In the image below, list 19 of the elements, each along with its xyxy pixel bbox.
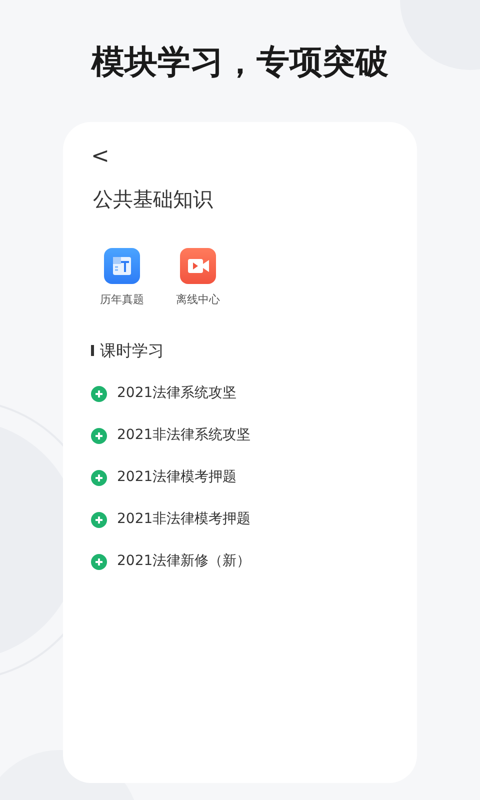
document-icon [104,248,140,284]
add-icon [91,512,107,528]
back-button[interactable]: < [91,146,110,168]
add-icon [91,554,107,570]
course-item[interactable]: 2021非法律系统攻坚 [91,424,251,446]
course-item[interactable]: 2021法律新修（新） [91,550,251,572]
video-camera-icon [180,248,216,284]
add-icon [91,386,107,402]
add-icon [91,470,107,486]
page-title: 公共基础知识 [93,186,214,213]
course-item[interactable]: 2021法律系统攻坚 [91,382,237,404]
shortcut-button[interactable]: 离线中心 [176,248,220,308]
headline: 模块学习，专项突破 [92,41,388,83]
shortcut-button[interactable]: 历年真题 [100,248,144,308]
section-marker [91,345,94,356]
course-item[interactable]: 2021法律模考押题 [91,466,237,488]
section-title: 课时学习 [100,340,164,362]
course-item[interactable]: 2021非法律模考押题 [91,508,251,530]
add-icon [91,428,107,444]
